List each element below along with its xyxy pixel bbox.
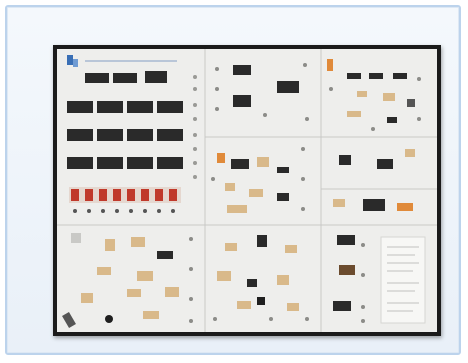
logic-section [67, 55, 197, 213]
ic-chip [97, 129, 123, 141]
bottom-left-section [62, 233, 193, 329]
ic-chip [113, 73, 137, 83]
logo-mark [67, 55, 73, 65]
middle-right-section [333, 149, 415, 211]
ic-chip [127, 129, 153, 141]
ic-chip [157, 101, 183, 113]
bottom-centre-section [213, 235, 309, 321]
logo-mark-2 [73, 59, 78, 67]
board-drawing [57, 49, 437, 332]
ic-chip [85, 73, 109, 83]
ic-chip [127, 157, 153, 169]
red-terminals [69, 187, 181, 213]
bottom-right-section [333, 235, 426, 324]
top-middle-section [215, 63, 309, 121]
top-right-section [327, 59, 421, 131]
image-card [5, 5, 461, 355]
ic-chip [67, 129, 93, 141]
board-frame [53, 45, 441, 336]
ic-chip [67, 157, 93, 169]
ic-chip [157, 157, 183, 169]
ic-chip [127, 101, 153, 113]
ic-chip [97, 157, 123, 169]
ic-chip [157, 129, 183, 141]
ic-chip [145, 71, 167, 83]
middle-centre-section [211, 147, 305, 213]
ic-chip [97, 101, 123, 113]
ic-chip [67, 101, 93, 113]
trainer-board-photo [57, 49, 437, 332]
